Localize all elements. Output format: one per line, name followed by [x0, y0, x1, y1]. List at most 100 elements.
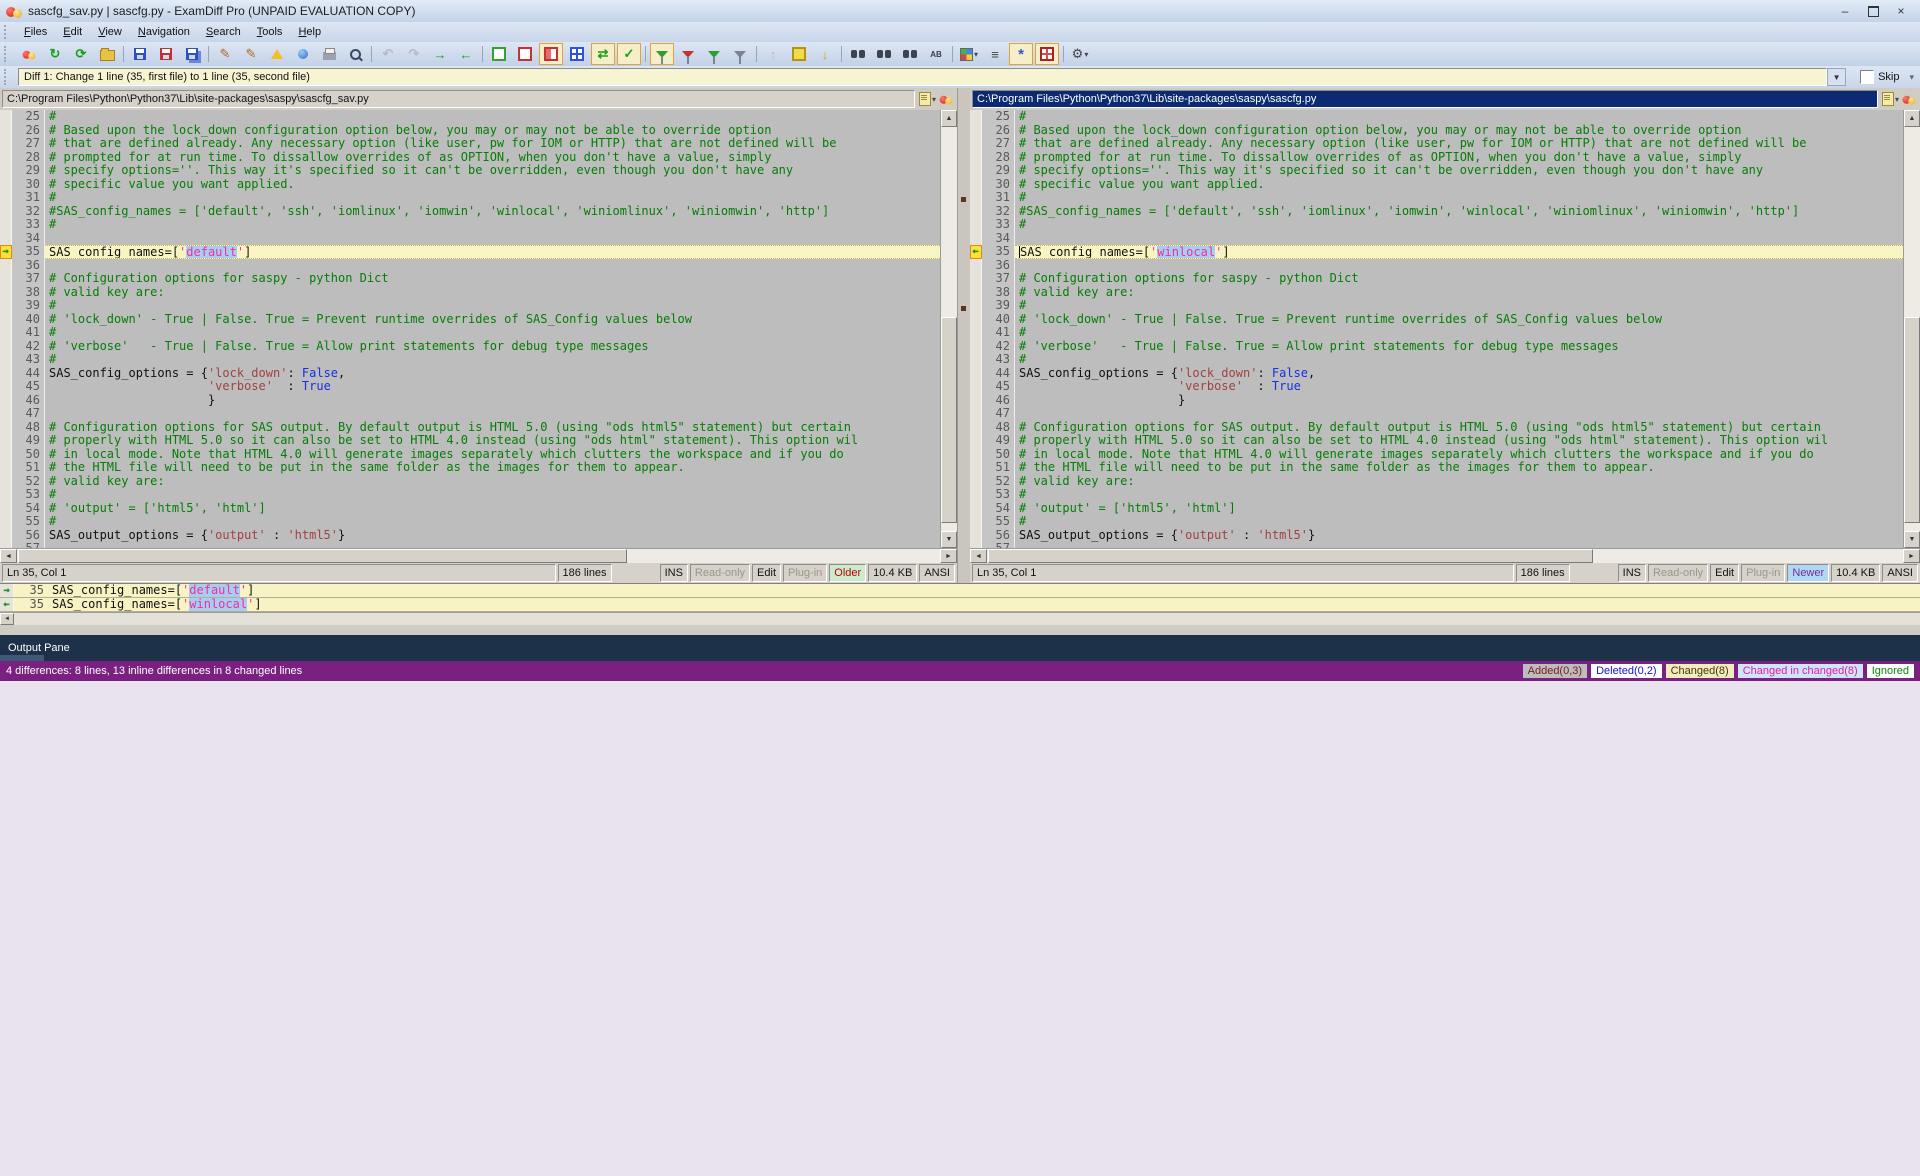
diff-marker[interactable] [0, 286, 12, 300]
diff-marker[interactable] [0, 151, 12, 165]
scroll-thumb[interactable] [941, 317, 957, 523]
minimize-button[interactable]: – [1832, 3, 1858, 19]
vertical-scrollbar[interactable]: ▲ ▼ [1903, 110, 1920, 548]
close-button[interactable]: × [1888, 3, 1914, 19]
diff-marker[interactable] [970, 340, 982, 354]
diff-marker[interactable] [0, 137, 12, 151]
diff-marker[interactable] [0, 448, 12, 462]
ignored-badge[interactable]: Ignored [1867, 664, 1914, 678]
diff-marker[interactable] [0, 461, 12, 475]
diff-marker[interactable] [970, 299, 982, 313]
first-file-options-button[interactable] [265, 43, 289, 65]
diff-marker[interactable] [970, 380, 982, 394]
menu-item[interactable]: Help [290, 24, 329, 40]
find-previous-button[interactable] [898, 43, 922, 65]
line-inspector-button[interactable]: ≡ [983, 43, 1007, 65]
menu-item[interactable]: Tools [249, 24, 291, 40]
scroll-up-icon[interactable]: ▲ [1904, 110, 1920, 127]
scroll-left-icon[interactable]: ◄ [0, 613, 14, 625]
toolbar-grip[interactable] [4, 46, 12, 63]
diff-marker[interactable] [0, 191, 12, 205]
edit-second-file-button[interactable]: ✎ [239, 43, 263, 65]
scroll-right-icon[interactable]: ► [940, 549, 957, 563]
edit-flag[interactable]: Edit [752, 564, 781, 582]
diff-marker[interactable] [0, 394, 12, 408]
second-file-path[interactable]: C:\Program Files\Python\Python37\Lib\sit… [972, 90, 1878, 108]
diff-marker[interactable] [0, 502, 12, 516]
diff-marker[interactable] [970, 191, 982, 205]
diff-marker[interactable] [0, 272, 12, 286]
diff-marker[interactable] [970, 205, 982, 219]
diff-marker[interactable] [970, 137, 982, 151]
file-menu-icon[interactable]: ▾ [1882, 92, 1899, 106]
changed-badge[interactable]: Changed(8) [1666, 664, 1734, 678]
recompare-button[interactable]: ↻ [43, 43, 67, 65]
diff-map[interactable] [957, 88, 970, 583]
menu-item[interactable]: Search [198, 24, 249, 40]
diff-marker[interactable] [970, 326, 982, 340]
scroll-down-icon[interactable]: ▼ [941, 531, 957, 548]
diff-combo-dropdown[interactable]: ▼ [1827, 68, 1846, 86]
grid-view-button[interactable] [565, 43, 589, 65]
color-scheme-button[interactable]: ▾ [957, 43, 981, 65]
examdiff-logo-button[interactable] [17, 43, 41, 65]
diff-marker[interactable] [970, 259, 982, 273]
split-view-button[interactable] [539, 43, 563, 65]
diff-marker[interactable] [0, 380, 12, 394]
current-diff-line[interactable]: 35 SAS_config_names=['default'] [0, 584, 1920, 598]
diff-marker[interactable] [0, 488, 12, 502]
diff-marker[interactable] [970, 178, 982, 192]
plugins-button[interactable]: * [1009, 43, 1033, 65]
scroll-track[interactable] [987, 549, 1903, 563]
diff-marker[interactable] [0, 340, 12, 354]
print-button[interactable] [317, 43, 341, 65]
diff-marker[interactable] [970, 313, 982, 327]
diff-marker[interactable] [970, 232, 982, 246]
next-change-button[interactable]: ↓ [813, 43, 837, 65]
options-button[interactable]: ⚙▾ [1068, 43, 1092, 65]
show-first-file-button[interactable] [487, 43, 511, 65]
recompare-files-button[interactable]: ⟳ [69, 43, 93, 65]
diffbar-grip[interactable] [4, 69, 12, 84]
diff-marker[interactable] [970, 394, 982, 408]
save-all-button[interactable] [180, 43, 204, 65]
scroll-left-icon[interactable]: ◄ [0, 549, 17, 563]
second-file-editor[interactable]: 25 # 26 # Based upon the lock_down confi… [970, 110, 1920, 548]
find-next-button[interactable] [872, 43, 896, 65]
scroll-up-icon[interactable]: ▲ [941, 110, 957, 127]
save-second-file-button[interactable] [154, 43, 178, 65]
scroll-right-icon[interactable]: ► [1903, 549, 1920, 563]
diff-map-marker[interactable] [961, 306, 966, 311]
edit-flag[interactable]: Edit [1710, 564, 1739, 582]
diff-marker[interactable] [970, 488, 982, 502]
diff-marker[interactable] [970, 515, 982, 529]
scroll-down-icon[interactable]: ▼ [1904, 531, 1920, 548]
output-pane-bar[interactable]: Output Pane [0, 635, 1920, 661]
current-diff-line[interactable]: 35 SAS_config_names=['winlocal'] [0, 598, 1920, 612]
diff-marker[interactable] [0, 110, 12, 124]
diff-marker[interactable] [0, 218, 12, 232]
diff-marker[interactable] [970, 218, 982, 232]
edit-mode-button[interactable] [1035, 43, 1059, 65]
diff-marker[interactable] [0, 178, 12, 192]
scroll-track[interactable] [17, 549, 940, 563]
print-preview-button[interactable] [343, 43, 367, 65]
menu-item[interactable]: Files [16, 24, 55, 40]
horizontal-scrollbar[interactable]: ◄ ► [970, 548, 1920, 563]
copy-to-right-button[interactable]: → [428, 43, 452, 65]
output-pane-grip[interactable] [0, 655, 44, 661]
diff-marker[interactable] [970, 529, 982, 543]
vertical-scrollbar[interactable]: ▲ ▼ [940, 110, 957, 548]
find-button[interactable] [846, 43, 870, 65]
diff-marker[interactable] [0, 245, 12, 259]
auto-recompare-button[interactable]: ✓ [617, 43, 641, 65]
previous-change-button[interactable]: ↑ [761, 43, 785, 65]
diff-marker[interactable] [0, 164, 12, 178]
diff-marker[interactable] [970, 367, 982, 381]
overflow-chevron-icon[interactable]: ▾ [1909, 72, 1914, 83]
first-file-path[interactable]: C:\Program Files\Python\Python37\Lib\sit… [2, 90, 915, 108]
diff-marker[interactable] [970, 164, 982, 178]
redo-button[interactable]: ↷ [402, 43, 426, 65]
diff-marker[interactable] [970, 124, 982, 138]
changed-in-changed-badge[interactable]: Changed in changed(8) [1738, 664, 1863, 678]
